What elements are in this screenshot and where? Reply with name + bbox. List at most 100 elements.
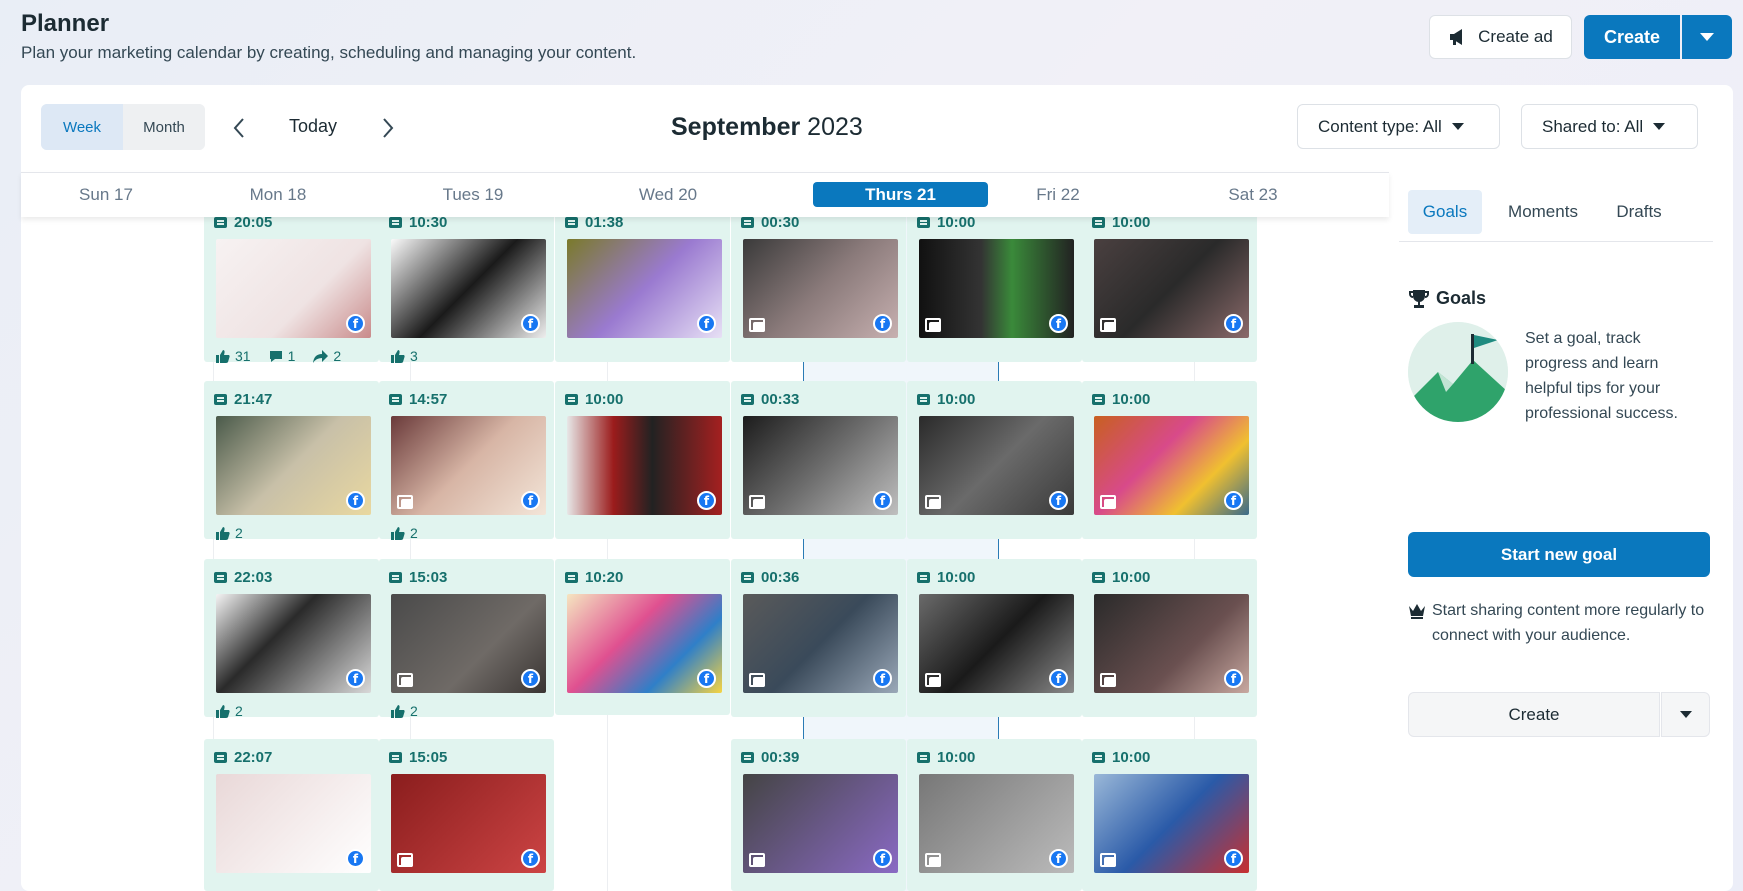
carousel-icon (397, 673, 413, 687)
post-thumbnail[interactable]: f (743, 594, 898, 693)
post-thumbnail[interactable]: f (919, 774, 1074, 873)
post-thumbnail[interactable]: f (919, 416, 1074, 515)
post-card[interactable]: 10:00 f (907, 739, 1082, 891)
post-card[interactable]: 10:00 f (907, 381, 1082, 539)
post-card[interactable]: 00:36 f (731, 559, 906, 717)
post-stats: 3 (391, 348, 418, 364)
post-type-icon (214, 217, 227, 228)
post-card[interactable]: 10:00 f (1082, 739, 1257, 891)
post-card[interactable]: 10:00 f (907, 204, 1082, 362)
post-card[interactable]: 21:47 f 2 (204, 381, 379, 541)
post-thumbnail[interactable]: f (1094, 594, 1249, 693)
post-card[interactable]: 10:00 f (1082, 204, 1257, 362)
view-toggle: Week Month (41, 104, 205, 150)
create-ad-button[interactable]: Create ad (1429, 15, 1572, 59)
post-time-text: 10:00 (585, 391, 624, 408)
post-card[interactable]: 20:05 f 31 1 2 (204, 204, 379, 364)
view-week-button[interactable]: Week (41, 104, 123, 150)
post-time: 10:00 (917, 749, 975, 766)
post-thumbnail[interactable]: f (743, 239, 898, 338)
likes-count: 2 (410, 703, 418, 719)
post-thumbnail[interactable]: f (216, 594, 371, 693)
post-time: 00:39 (741, 749, 799, 766)
post-stats: 2 (391, 703, 418, 719)
likes-count: 2 (235, 525, 243, 541)
likes: 31 (216, 348, 251, 364)
post-thumbnail[interactable]: f (743, 416, 898, 515)
post-type-icon (1092, 217, 1105, 228)
post-thumbnail[interactable]: f (216, 416, 371, 515)
tab-drafts[interactable]: Drafts (1599, 190, 1679, 234)
post-type-icon (917, 752, 930, 763)
post-card[interactable]: 00:30 f (731, 204, 906, 362)
post-type-icon (917, 394, 930, 405)
start-new-goal-button[interactable]: Start new goal (1408, 532, 1710, 577)
post-card[interactable]: 10:00 f (555, 381, 730, 539)
view-month-button[interactable]: Month (123, 104, 205, 150)
day-header-sat: Sat 23 (1228, 185, 1278, 204)
today-button[interactable]: Today (289, 116, 337, 137)
facebook-icon: f (346, 669, 365, 688)
post-thumbnail[interactable]: f (567, 239, 722, 338)
post-card[interactable]: 22:07 f (204, 739, 379, 891)
likes: 2 (391, 703, 418, 719)
post-stats: 2 (391, 525, 418, 541)
post-card[interactable]: 01:38 f (555, 204, 730, 362)
shares: 2 (313, 348, 341, 364)
post-time: 10:00 (1092, 391, 1150, 408)
post-thumbnail[interactable]: f (391, 416, 546, 515)
create-dropdown-button[interactable] (1682, 15, 1732, 59)
sidebar-create-button[interactable]: Create (1408, 692, 1660, 737)
post-thumbnail[interactable]: f (567, 416, 722, 515)
post-card[interactable]: 10:30 f 3 (379, 204, 554, 364)
post-card[interactable]: 10:20 f (555, 559, 730, 715)
facebook-icon: f (521, 849, 540, 868)
post-stats: 31 1 2 (216, 348, 341, 364)
post-card[interactable]: 22:03 f 2 (204, 559, 379, 719)
post-thumbnail[interactable]: f (919, 594, 1074, 693)
post-card[interactable]: 15:05 f (379, 739, 554, 891)
current-month: September 2023 (671, 113, 863, 142)
post-card[interactable]: 15:03 f 2 (379, 559, 554, 719)
post-card[interactable]: 10:00 f (1082, 381, 1257, 539)
post-thumbnail[interactable]: f (919, 239, 1074, 338)
chevron-right-icon[interactable] (381, 117, 395, 139)
post-card[interactable]: 00:39 f (731, 739, 906, 891)
post-card[interactable]: 10:00 f (1082, 559, 1257, 717)
post-thumbnail[interactable]: f (1094, 239, 1249, 338)
post-time: 10:00 (1092, 749, 1150, 766)
post-time: 21:47 (214, 391, 272, 408)
post-thumbnail[interactable]: f (216, 774, 371, 873)
post-card[interactable]: 14:57 f 2 (379, 381, 554, 541)
comments-count: 1 (287, 348, 296, 364)
tab-goals[interactable]: Goals (1408, 190, 1482, 234)
post-type-icon (917, 572, 930, 583)
post-thumbnail[interactable]: f (567, 594, 722, 693)
facebook-icon: f (873, 491, 892, 510)
facebook-icon: f (1224, 669, 1243, 688)
post-thumbnail[interactable]: f (1094, 774, 1249, 873)
tab-moments[interactable]: Moments (1493, 190, 1593, 234)
chevron-left-icon[interactable] (232, 117, 246, 139)
post-thumbnail[interactable]: f (216, 239, 371, 338)
day-header-wed: Wed 20 (638, 185, 698, 204)
post-thumbnail[interactable]: f (391, 239, 546, 338)
likes-count: 2 (410, 525, 418, 541)
post-thumbnail[interactable]: f (743, 774, 898, 873)
sidebar-create-dropdown[interactable] (1661, 692, 1710, 737)
like-icon (391, 704, 405, 718)
shared-to-filter[interactable]: Shared to: All (1521, 104, 1698, 149)
post-card[interactable]: 00:33 f (731, 381, 906, 539)
content-type-filter[interactable]: Content type: All (1297, 104, 1500, 149)
planner-calendar: Week Month Today September 2023 Content … (21, 85, 1733, 891)
post-type-icon (565, 572, 578, 583)
post-thumbnail[interactable]: f (1094, 416, 1249, 515)
post-type-icon (741, 394, 754, 405)
post-thumbnail[interactable]: f (391, 594, 546, 693)
post-card[interactable]: 10:00 f (907, 559, 1082, 717)
create-button[interactable]: Create (1584, 15, 1680, 59)
post-time-text: 10:00 (937, 569, 976, 586)
carousel-icon (1100, 853, 1116, 867)
create-ad-label: Create ad (1478, 27, 1553, 46)
post-thumbnail[interactable]: f (391, 774, 546, 873)
